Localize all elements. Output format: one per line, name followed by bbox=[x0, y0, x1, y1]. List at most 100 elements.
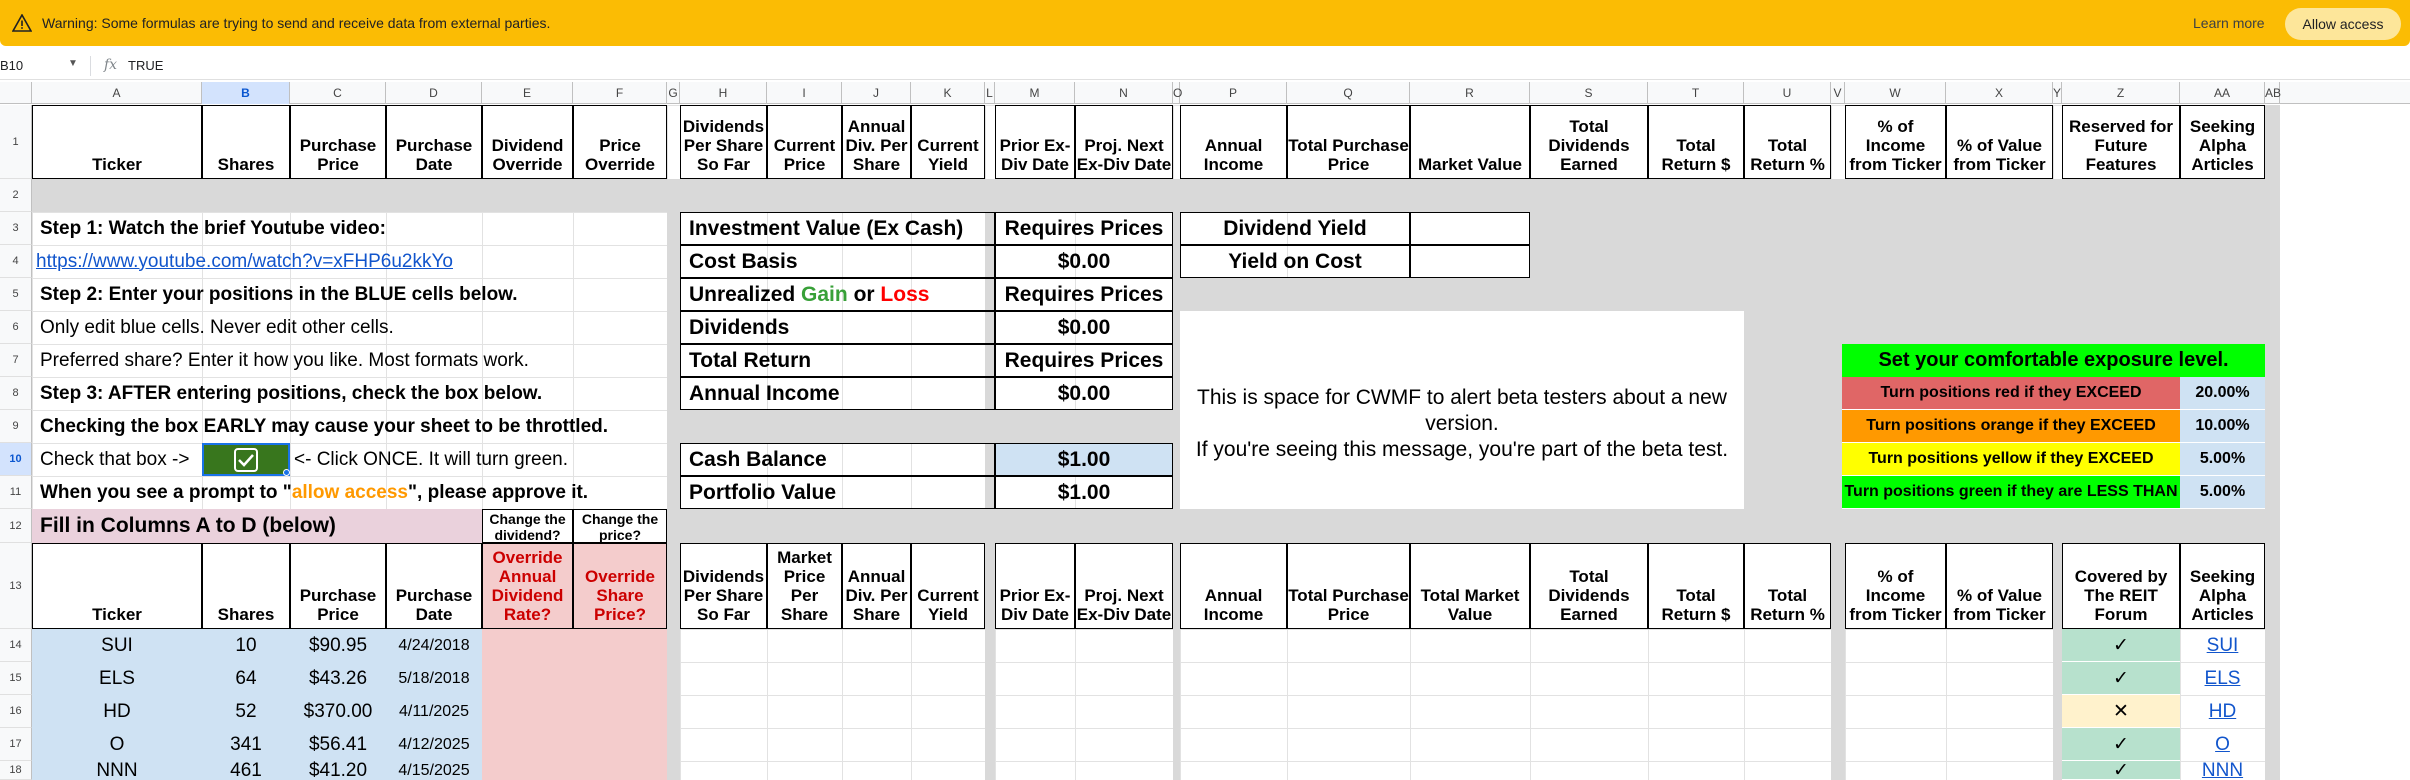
column-header-n[interactable]: N bbox=[1075, 82, 1173, 104]
ticker-cell[interactable]: O bbox=[32, 728, 202, 761]
column-header-c[interactable]: C bbox=[290, 82, 386, 104]
row-header-2[interactable]: 2 bbox=[0, 179, 32, 212]
select-all-corner[interactable] bbox=[0, 82, 32, 104]
column-header-t[interactable]: T bbox=[1648, 82, 1744, 104]
row-header-16[interactable]: 16 bbox=[0, 695, 32, 728]
column-header-f[interactable]: F bbox=[573, 82, 667, 104]
column-header-p[interactable]: P bbox=[1180, 82, 1287, 104]
ticker-cell[interactable]: SUI bbox=[32, 629, 202, 662]
seeking-alpha-link[interactable]: ELS bbox=[2205, 668, 2241, 690]
shares-cell[interactable]: 461 bbox=[202, 761, 290, 780]
override-dividend-cell[interactable] bbox=[482, 695, 573, 728]
exposure-value-1[interactable]: 20.00% bbox=[2180, 377, 2265, 410]
override-price-cell[interactable] bbox=[573, 629, 667, 662]
purchase-price-cell[interactable]: $43.26 bbox=[290, 662, 386, 695]
column-header-u[interactable]: U bbox=[1744, 82, 1831, 104]
purchase-date-cell[interactable]: 4/15/2025 bbox=[386, 761, 482, 780]
column-header-k[interactable]: K bbox=[911, 82, 985, 104]
column-header-y[interactable]: Y bbox=[2053, 82, 2062, 104]
purchase-price-cell[interactable]: $370.00 bbox=[290, 695, 386, 728]
purchase-price-cell[interactable]: $56.41 bbox=[290, 728, 386, 761]
purchase-date-cell[interactable]: 5/18/2018 bbox=[386, 662, 482, 695]
column-header-z[interactable]: Z bbox=[2062, 82, 2180, 104]
formula-input[interactable]: TRUE bbox=[128, 58, 163, 73]
column-header-d[interactable]: D bbox=[386, 82, 482, 104]
override-price-cell[interactable] bbox=[573, 728, 667, 761]
override-dividend-cell[interactable] bbox=[482, 629, 573, 662]
exposure-value-4[interactable]: 5.00% bbox=[2180, 476, 2265, 509]
summary-cash-value[interactable]: $1.00 bbox=[995, 443, 1173, 476]
seeking-alpha-cell[interactable]: O bbox=[2180, 728, 2265, 761]
name-box[interactable]: B10 bbox=[0, 58, 23, 73]
seeking-alpha-cell[interactable]: SUI bbox=[2180, 629, 2265, 662]
column-header-r[interactable]: R bbox=[1410, 82, 1530, 104]
column-header-w[interactable]: W bbox=[1845, 82, 1946, 104]
youtube-link[interactable]: https://www.youtube.com/watch?v=xFHP6u2k… bbox=[36, 251, 453, 273]
purchase-price-cell[interactable]: $41.20 bbox=[290, 761, 386, 780]
column-header-aa[interactable]: AA bbox=[2180, 82, 2265, 104]
override-dividend-cell[interactable] bbox=[482, 761, 573, 780]
row-header-15[interactable]: 15 bbox=[0, 662, 32, 695]
shares-cell[interactable]: 52 bbox=[202, 695, 290, 728]
column-header-x[interactable]: X bbox=[1946, 82, 2053, 104]
override-price-cell[interactable] bbox=[573, 761, 667, 780]
ticker-cell[interactable]: ELS bbox=[32, 662, 202, 695]
row-header-4[interactable]: 4 bbox=[0, 245, 32, 278]
row-header-13[interactable]: 13 bbox=[0, 543, 32, 629]
column-header-v[interactable]: V bbox=[1831, 82, 1845, 104]
shares-cell[interactable]: 10 bbox=[202, 629, 290, 662]
row-header-9[interactable]: 9 bbox=[0, 410, 32, 443]
row-header-5[interactable]: 5 bbox=[0, 278, 32, 311]
allow-access-button[interactable]: Allow access bbox=[2285, 8, 2401, 40]
column-header-l[interactable]: L bbox=[985, 82, 995, 104]
seeking-alpha-cell[interactable]: ELS bbox=[2180, 662, 2265, 695]
learn-more-link[interactable]: Learn more bbox=[2193, 15, 2265, 31]
seeking-alpha-link[interactable]: NNN bbox=[2202, 761, 2243, 780]
override-price-cell[interactable] bbox=[573, 662, 667, 695]
row-header-3[interactable]: 3 bbox=[0, 212, 32, 245]
override-price-cell[interactable] bbox=[573, 695, 667, 728]
row-header-1[interactable]: 1 bbox=[0, 105, 32, 179]
seeking-alpha-link[interactable]: SUI bbox=[2207, 635, 2239, 657]
purchase-date-cell[interactable]: 4/11/2025 bbox=[386, 695, 482, 728]
column-header-i[interactable]: I bbox=[767, 82, 842, 104]
seeking-alpha-cell[interactable]: NNN bbox=[2180, 761, 2265, 780]
seeking-alpha-cell[interactable]: HD bbox=[2180, 695, 2265, 728]
column-header-a[interactable]: A bbox=[32, 82, 202, 104]
seeking-alpha-link[interactable]: HD bbox=[2209, 701, 2236, 723]
exposure-value-2[interactable]: 10.00% bbox=[2180, 410, 2265, 443]
override-dividend-cell[interactable] bbox=[482, 728, 573, 761]
column-header-g[interactable]: G bbox=[667, 82, 680, 104]
override-dividend-cell[interactable] bbox=[482, 662, 573, 695]
row-header-10[interactable]: 10 bbox=[0, 443, 32, 476]
activate-checkbox-cell[interactable] bbox=[202, 443, 290, 476]
ticker-cell[interactable]: NNN bbox=[32, 761, 202, 780]
shares-cell[interactable]: 64 bbox=[202, 662, 290, 695]
column-header-b[interactable]: B bbox=[202, 82, 290, 104]
chevron-down-icon[interactable]: ▼ bbox=[68, 58, 78, 69]
column-header-e[interactable]: E bbox=[482, 82, 573, 104]
exposure-value-3[interactable]: 5.00% bbox=[2180, 443, 2265, 476]
purchase-date-cell[interactable]: 4/12/2025 bbox=[386, 728, 482, 761]
purchase-price-cell[interactable]: $90.95 bbox=[290, 629, 386, 662]
column-header-j[interactable]: J bbox=[842, 82, 911, 104]
checkbox-checked-icon[interactable] bbox=[234, 448, 258, 472]
column-header-ab[interactable]: AB bbox=[2265, 82, 2281, 104]
row-header-17[interactable]: 17 bbox=[0, 728, 32, 761]
row-header-18[interactable]: 18 bbox=[0, 761, 32, 780]
column-header-q[interactable]: Q bbox=[1287, 82, 1410, 104]
seeking-alpha-link[interactable]: O bbox=[2215, 734, 2230, 756]
column-header-o[interactable]: O bbox=[1173, 82, 1182, 104]
purchase-date-cell[interactable]: 4/24/2018 bbox=[386, 629, 482, 662]
row-header-14[interactable]: 14 bbox=[0, 629, 32, 662]
row-header-8[interactable]: 8 bbox=[0, 377, 32, 410]
ticker-cell[interactable]: HD bbox=[32, 695, 202, 728]
column-header-h[interactable]: H bbox=[680, 82, 767, 104]
row-header-6[interactable]: 6 bbox=[0, 311, 32, 344]
shares-cell[interactable]: 341 bbox=[202, 728, 290, 761]
selection-handle[interactable] bbox=[283, 469, 290, 476]
column-header-m[interactable]: M bbox=[995, 82, 1075, 104]
row-header-11[interactable]: 11 bbox=[0, 476, 32, 509]
column-header-s[interactable]: S bbox=[1530, 82, 1648, 104]
row-header-12[interactable]: 12 bbox=[0, 509, 32, 543]
